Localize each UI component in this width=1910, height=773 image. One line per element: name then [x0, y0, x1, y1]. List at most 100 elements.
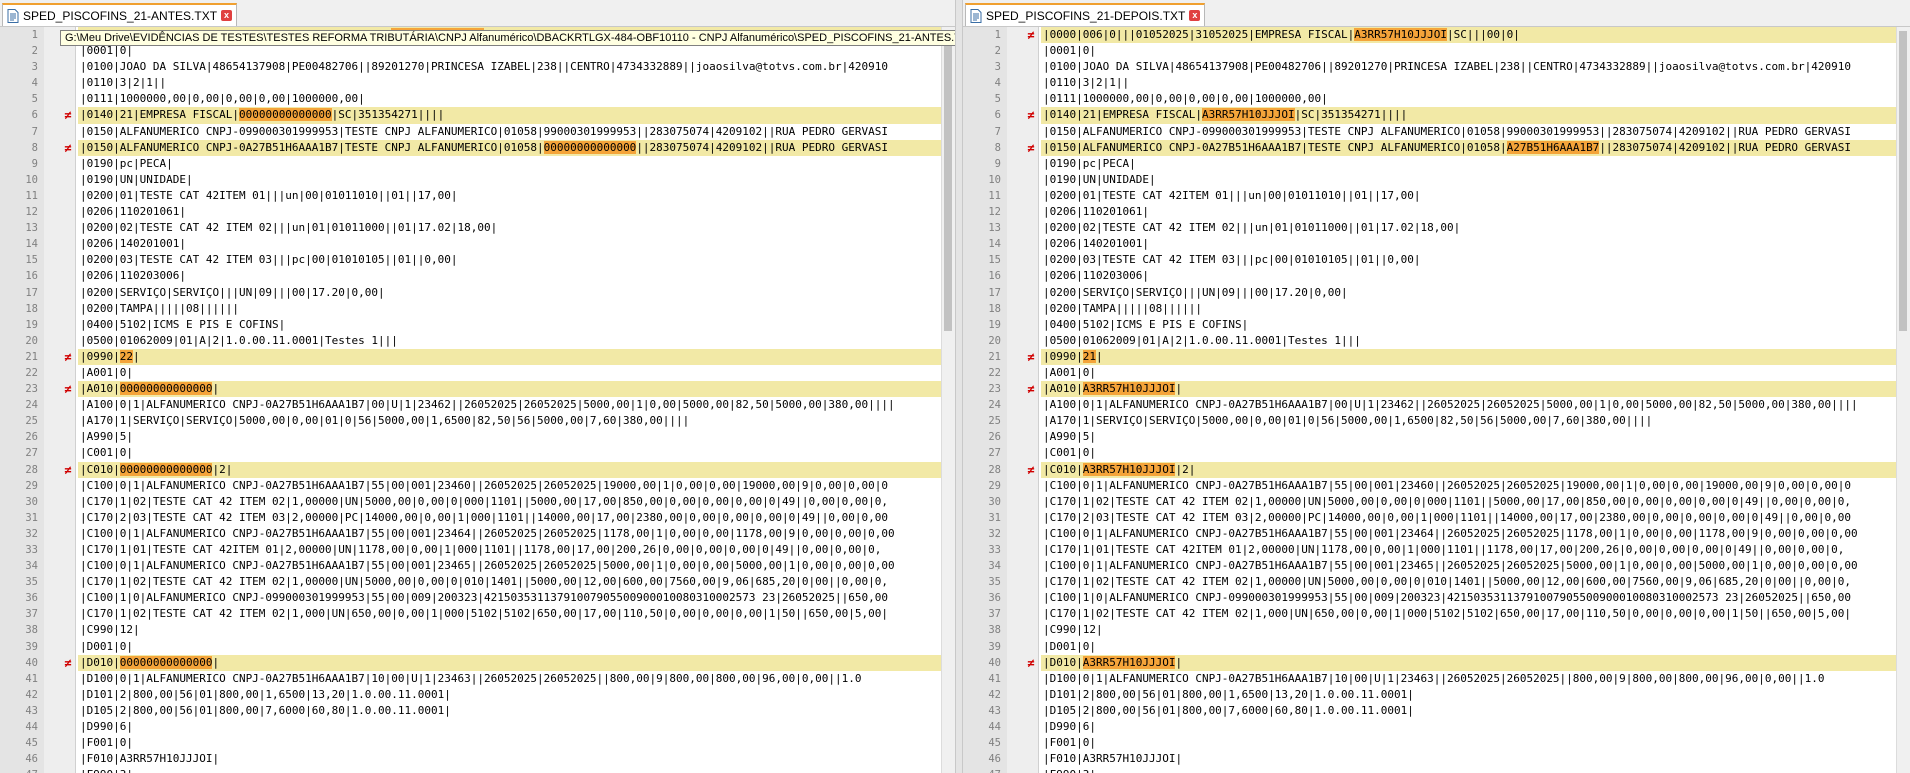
line-text: |D990|6| [78, 719, 941, 735]
not-equal-icon: ≠ [1027, 108, 1035, 123]
tab-file-depois[interactable]: SPED_PISCOFINS_21-DEPOIS.TXT x [965, 3, 1206, 26]
text-line: 35 |C170|1|02|TESTE CAT 42 ITEM 02|1,0000… [0, 574, 955, 590]
line-number: 35 [988, 576, 1001, 589]
line-text: |C170|1|01|TESTE CAT 42ITEM 01|2,00000|U… [78, 542, 941, 558]
line-number: 7 [31, 125, 38, 138]
changed-line: 40 ≠ |D010|A3RR57H10JJJOI| [963, 654, 1910, 671]
line-text-segment: |A010| [80, 382, 120, 396]
vertical-scrollbar[interactable] [1896, 27, 1910, 773]
vertical-scrollbar[interactable] [941, 27, 955, 773]
line-text-segment: |C170|1|02|TESTE CAT 42 ITEM 02|1,00000|… [80, 494, 888, 508]
changed-token: 00000000000000 [119, 462, 213, 476]
text-line: 17 |0200|SERVIÇO|SERVIÇO|||UN|09|||00|17.… [963, 285, 1910, 301]
line-number: 7 [994, 125, 1001, 138]
text-line: 45 |F001|0| [963, 735, 1910, 751]
line-text-segment: |D990|6| [80, 720, 133, 734]
text-line: 31 |C170|2|03|TESTE CAT 42 ITEM 03|2,0000… [0, 510, 955, 526]
text-line: 20 |0500|01062009|01|A|2|1.0.00.11.0001|T… [0, 333, 955, 349]
text-line: 16 |0206|110203006| [963, 268, 1910, 284]
pane-splitter[interactable] [955, 0, 963, 773]
line-number: 13 [988, 222, 1001, 235]
changed-line: 40 ≠ |D010|00000000000000| [0, 654, 955, 671]
line-text-segment: |0200|SERVIÇO|SERVIÇO|||UN|09|||00|17.20… [80, 285, 385, 299]
line-text-segment: |0150|ALFANUMERICO CNPJ-099000301999953|… [80, 124, 888, 138]
text-line: 16 |0206|110203006| [0, 268, 955, 284]
line-number: 4 [994, 77, 1001, 90]
file-icon [970, 8, 982, 23]
text-line: 30 |C170|1|02|TESTE CAT 42 ITEM 02|1,0000… [963, 494, 1910, 510]
not-equal-icon: ≠ [64, 349, 72, 364]
tab-label: SPED_PISCOFINS_21-DEPOIS.TXT [986, 8, 1186, 23]
line-text: |0150|ALFANUMERICO CNPJ-0A27B51H6AAA1B7|… [1041, 139, 1896, 156]
not-equal-icon: ≠ [64, 108, 72, 123]
line-number: 21 [25, 350, 38, 363]
line-text: |0200|01|TESTE CAT 42ITEM 01|||un|00|010… [78, 188, 941, 204]
line-number: 24 [25, 399, 38, 412]
text-line: 9 |0190|pc|PECA| [0, 156, 955, 172]
text-line: 17 |0200|SERVIÇO|SERVIÇO|||UN|09|||00|17.… [0, 285, 955, 301]
line-text: |C001|0| [1041, 445, 1896, 461]
not-equal-icon: ≠ [64, 382, 72, 397]
text-line: 30 |C170|1|02|TESTE CAT 42 ITEM 02|1,0000… [0, 494, 955, 510]
scrollbar-thumb[interactable] [944, 31, 952, 331]
line-number: 15 [988, 254, 1001, 267]
line-text-segment: |0110|3|2|1|| [80, 76, 167, 90]
line-text: |F001|0| [78, 735, 941, 751]
text-line: 19 |0400|5102|ICMS E PIS E COFINS| [963, 317, 1910, 333]
line-number: 2 [31, 45, 38, 58]
line-number: 18 [988, 302, 1001, 315]
line-number: 33 [25, 544, 38, 556]
line-number: 30 [25, 495, 38, 508]
text-line: 12 |0206|110201061| [963, 204, 1910, 220]
line-number: 28 [25, 463, 38, 476]
line-text: |0190|UN|UNIDADE| [1041, 172, 1896, 188]
line-text: |A170|1|SERVIÇO|SERVIÇO|5000,00|0,00|01|… [1041, 413, 1896, 429]
not-equal-icon: ≠ [64, 655, 72, 670]
text-line: 46 |F010|A3RR57H10JJJOI| [963, 751, 1910, 767]
text-line: 14 |0206|140201001| [0, 236, 955, 252]
line-number: 34 [988, 560, 1001, 573]
line-number: 43 [988, 704, 1001, 717]
line-text: |A100|0|1|ALFANUMERICO CNPJ-0A27B51H6AAA… [1041, 397, 1896, 413]
text-line: 35 |C170|1|02|TESTE CAT 42 ITEM 02|1,0000… [963, 574, 1910, 590]
editor-left[interactable]: 1≠|0000|006|0|||01052025|31052025|EMPRES… [0, 27, 955, 773]
line-text-segment: |C170|1|01|TESTE CAT 42ITEM 01|2,00000|U… [1043, 543, 1845, 556]
line-text-segment: |C170|2|03|TESTE CAT 42 ITEM 03|2,00000|… [80, 510, 888, 524]
line-text-segment: |D100|0|1|ALFANUMERICO CNPJ-0A27B51H6AAA… [80, 671, 862, 685]
line-number: 23 [988, 383, 1001, 396]
line-text-segment: |0150|ALFANUMERICO CNPJ-0A27B51H6AAA1B7|… [80, 140, 544, 154]
close-icon[interactable]: x [1189, 10, 1201, 21]
line-text-segment: |0500|01062009|01|A|2|1.0.00.11.0001|Tes… [80, 333, 398, 347]
line-text: |D001|0| [78, 639, 941, 655]
file-path-tooltip: G:\Meu Drive\EVIDÊNCIAS DE TESTES\TESTES… [60, 30, 955, 46]
editor-right[interactable]: 1 ≠ |0000|006|0|||01052025|31052025|EMPRES… [963, 27, 1910, 773]
text-line: 24 |A100|0|1|ALFANUMERICO CNPJ-0A27B51H6A… [963, 397, 1910, 413]
line-text: |D105|2|800,00|56|01|800,00|7,6000|60,80… [1041, 703, 1896, 719]
line-text: |0200|TAMPA|||||08|||||| [1041, 301, 1896, 317]
line-text: |C100|1|0|ALFANUMERICO CNPJ-099000301999… [78, 590, 941, 606]
text-line: 10 |0190|UN|UNIDADE| [0, 172, 955, 188]
line-number: 37 [25, 608, 38, 621]
text-line: 15 |0200|03|TESTE CAT 42 ITEM 03|||pc|00|… [963, 252, 1910, 268]
text-line: 44 |D990|6| [963, 719, 1910, 735]
close-icon[interactable]: x [221, 10, 233, 21]
line-text: |C010|00000000000000|2| [78, 461, 941, 478]
changed-line: 28 ≠ |C010|A3RR57H10JJJOI|2| [963, 461, 1910, 478]
tab-file-antes[interactable]: SPED_PISCOFINS_21-ANTES.TXT x [2, 3, 238, 26]
line-text: |C170|1|02|TESTE CAT 42 ITEM 02|1,00000|… [78, 494, 941, 510]
changed-line: 8 ≠ |0150|ALFANUMERICO CNPJ-0A27B51H6AAA1B… [963, 139, 1910, 156]
line-text: |A990|5| [78, 429, 941, 445]
scrollbar-thumb[interactable] [1899, 31, 1907, 331]
line-number: 9 [994, 157, 1001, 170]
text-line: 37 |C170|1|02|TESTE CAT 42 ITEM 02|1,000|… [0, 606, 955, 622]
line-number: 32 [988, 527, 1001, 540]
line-text: |D010|A3RR57H10JJJOI| [1041, 654, 1896, 671]
text-line: 44 |D990|6| [0, 719, 955, 735]
line-number: 11 [25, 189, 38, 202]
text-line: 38 |C990|12| [963, 622, 1910, 638]
text-line: 27 |C001|0| [963, 445, 1910, 461]
line-text-segment: |C170|1|01|TESTE CAT 42ITEM 01|2,00000|U… [80, 543, 882, 556]
line-text-segment: |D105|2|800,00|56|01|800,00|7,6000|60,80… [1043, 703, 1414, 717]
text-line: 11 |0200|01|TESTE CAT 42ITEM 01|||un|00|0… [0, 188, 955, 204]
line-number: 47 [0, 767, 38, 773]
